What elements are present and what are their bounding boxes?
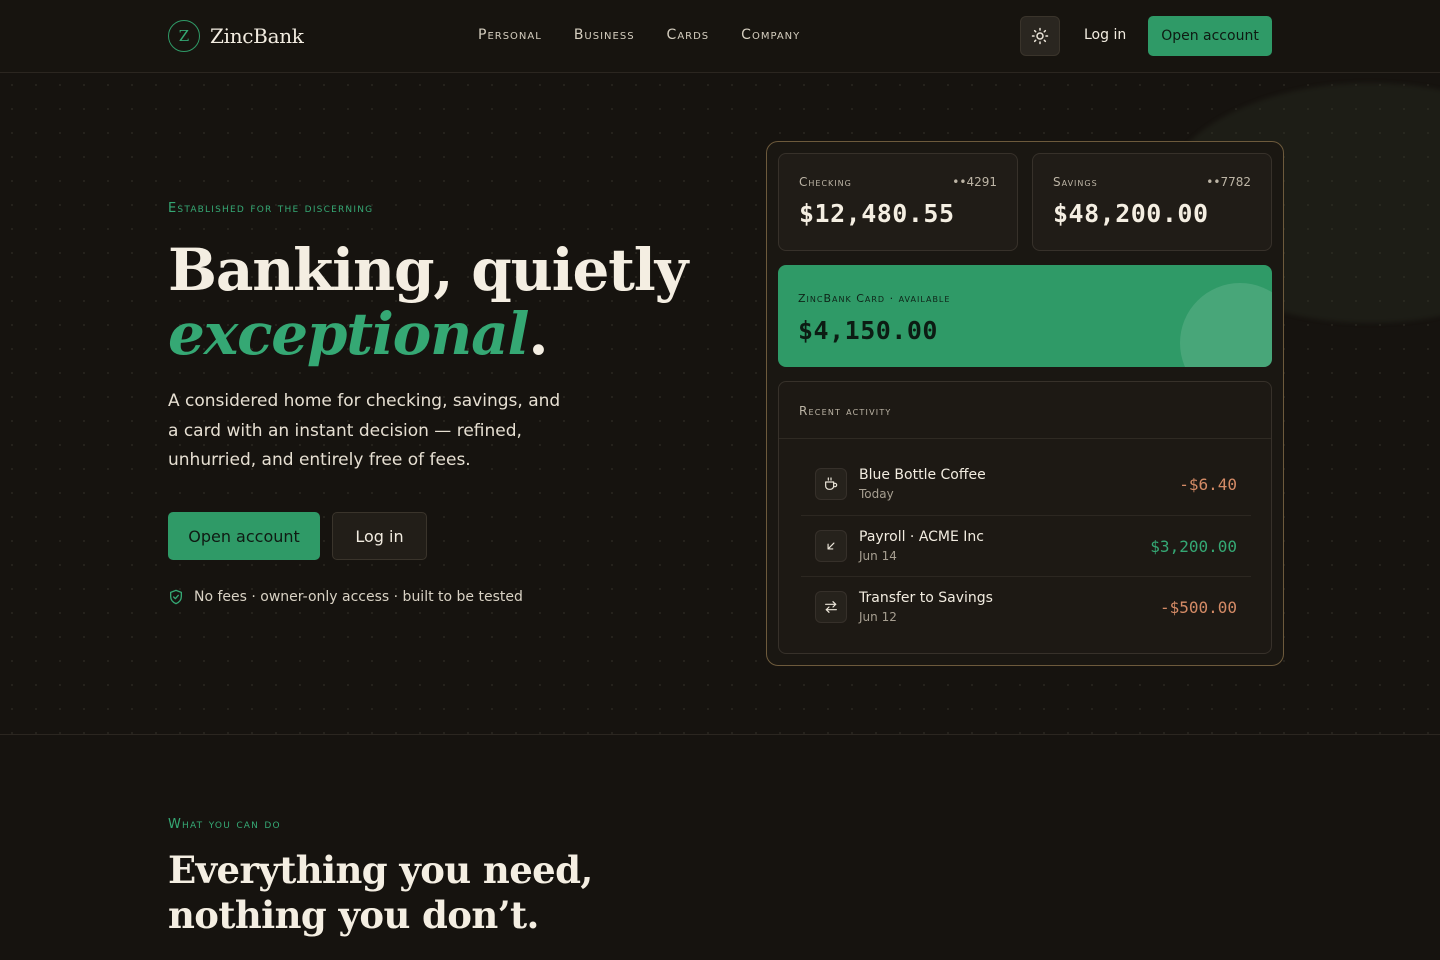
transaction-row[interactable]: Transfer to Savings Jun 12 -$500.00 [801,576,1251,637]
checking-balance: $12,480.55 [799,199,955,228]
tx-date: Today [859,487,894,501]
brand-name: ZincBank [210,24,304,48]
hero-title-line1: Banking, quietly [168,236,688,304]
features-title-line1: Everything you need, [168,848,593,892]
site-header: Z ZincBank Personal Business Cards Compa… [0,0,1440,73]
hero-title-accent: exceptional [168,300,530,368]
checking-number: ••4291 [952,175,997,189]
savings-number: ••7782 [1206,175,1251,189]
features-eyebrow: What you can do [168,817,281,832]
theme-toggle-button[interactable] [1020,16,1060,56]
hero-title: Banking, quietly exceptional. [168,236,688,368]
header-open-account-button[interactable]: Open account [1148,16,1272,56]
nav-item-business[interactable]: Business [574,27,635,43]
arrow-down-left-icon [827,542,835,550]
transaction-row[interactable]: Blue Bottle Coffee Today -$6.40 [801,454,1251,515]
account-dashboard-preview: Checking ••4291 $12,480.55 Savings ••778… [766,141,1284,666]
savings-label: Savings [1053,175,1098,189]
coffee-icon [825,477,838,490]
logo-mark: Z [168,20,200,52]
tx-name: Transfer to Savings [859,590,993,606]
trust-line: No fees · owner-only access · built to b… [168,589,523,605]
tx-amount: -$6.40 [1179,475,1237,494]
tx-icon-wrap [815,530,847,562]
sun-icon [1031,27,1049,45]
tx-date: Jun 12 [859,610,897,624]
activity-title: Recent activity [799,404,892,418]
checking-label: Checking [799,175,852,189]
main-nav: Personal Business Cards Company [478,27,800,43]
activity-header: Recent activity [779,382,1271,439]
hero-section: Established for the discerning Banking, … [0,73,1440,735]
nav-item-company[interactable]: Company [741,27,800,43]
brand-logo[interactable]: Z ZincBank [168,20,304,52]
credit-card-summary[interactable]: ZincBank Card · available $4,150.00 [778,265,1272,367]
card-decoration-circle [1180,283,1272,367]
tx-amount: $3,200.00 [1150,537,1237,556]
card-label: ZincBank Card · available [798,292,951,305]
recent-activity-panel: Recent activity Blue Bottle Coffee Today… [778,381,1272,654]
tx-icon-wrap [815,468,847,500]
transfer-icon [825,601,837,613]
features-title-line2: nothing you don’t. [168,893,539,937]
transaction-row[interactable]: Payroll · ACME Inc Jun 14 $3,200.00 [801,515,1251,576]
nav-item-personal[interactable]: Personal [478,27,542,43]
header-login-link[interactable]: Log in [1084,27,1126,43]
tx-amount: -$500.00 [1159,598,1237,617]
savings-balance: $48,200.00 [1053,199,1209,228]
hero-login-button[interactable]: Log in [332,512,427,560]
features-title: Everything you need, nothing you don’t. [168,848,593,938]
hero-title-period: . [528,300,548,368]
nav-item-cards[interactable]: Cards [667,27,710,43]
tx-icon-wrap [815,591,847,623]
hero-open-account-button[interactable]: Open account [168,512,320,560]
tx-name: Blue Bottle Coffee [859,467,986,483]
shield-check-icon [170,589,182,605]
hero-eyebrow: Established for the discerning [168,201,374,216]
tx-name: Payroll · ACME Inc [859,529,985,545]
tx-date: Jun 14 [859,549,897,563]
checking-account-card[interactable]: Checking ••4291 $12,480.55 [778,153,1018,251]
hero-lede: A considered home for checking, savings,… [168,391,561,470]
trust-text: No fees · owner-only access · built to b… [194,589,523,605]
card-balance: $4,150.00 [798,316,938,345]
savings-account-card[interactable]: Savings ••7782 $48,200.00 [1032,153,1272,251]
